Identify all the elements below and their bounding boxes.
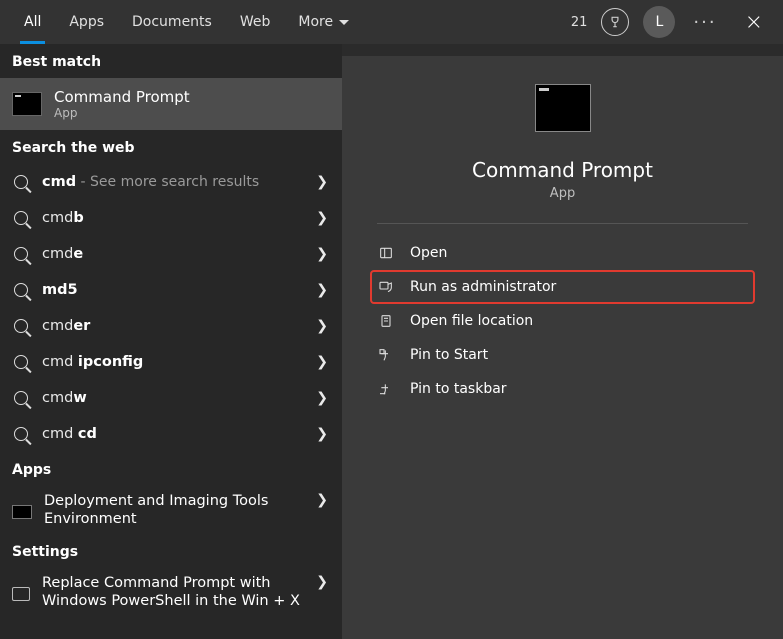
search-icon xyxy=(12,355,30,369)
command-prompt-thumbnail-icon xyxy=(535,84,591,132)
web-result-label: cmd ipconfig xyxy=(42,354,143,370)
group-header-apps: Apps xyxy=(0,452,342,486)
chevron-right-icon: ❯ xyxy=(316,282,328,298)
chevron-down-icon xyxy=(339,20,349,30)
folder-icon xyxy=(378,313,396,329)
action-open-file-location[interactable]: Open file location xyxy=(370,304,755,338)
web-results-list: cmd - See more search results ❯ cmdb ❯ cmde ❯… xyxy=(0,164,342,452)
search-icon xyxy=(12,211,30,225)
close-button[interactable]: × xyxy=(735,10,773,35)
chevron-right-icon: ❯ xyxy=(316,492,328,508)
search-icon xyxy=(12,427,30,441)
web-result-label: cmdb xyxy=(42,210,84,226)
settings-result-item[interactable]: Replace Command Prompt with Windows Powe… xyxy=(0,568,342,616)
tab-web[interactable]: Web xyxy=(226,0,285,44)
web-result-label: cmd cd xyxy=(42,426,97,442)
web-result-label: cmde xyxy=(42,246,83,262)
apps-result-item[interactable]: Deployment and Imaging Tools Environment… xyxy=(0,486,342,534)
web-result-label: cmd - See more search results xyxy=(42,174,259,190)
search-icon xyxy=(12,391,30,405)
chevron-right-icon: ❯ xyxy=(316,426,328,442)
action-run-admin-label: Run as administrator xyxy=(410,279,556,295)
web-result-label: cmdw xyxy=(42,390,87,406)
chevron-right-icon: ❯ xyxy=(316,354,328,370)
web-result-label: cmder xyxy=(42,318,90,334)
chevron-right-icon: ❯ xyxy=(316,574,328,590)
tab-apps[interactable]: Apps xyxy=(55,0,118,44)
more-options-button[interactable]: ··· xyxy=(689,12,720,33)
preview-pane: Command Prompt App Open Run as administr… xyxy=(342,56,783,639)
best-match-subtitle: App xyxy=(54,106,190,120)
apps-result-label: Deployment and Imaging Tools Environment xyxy=(44,492,304,528)
best-match-text: Command Prompt App xyxy=(54,88,190,120)
command-prompt-icon xyxy=(12,92,42,116)
preview-actions: Open Run as administrator Open file loca… xyxy=(342,224,783,418)
action-pin-to-taskbar[interactable]: Pin to taskbar xyxy=(370,372,755,406)
chevron-right-icon: ❯ xyxy=(316,174,328,190)
account-avatar[interactable]: L xyxy=(643,6,675,38)
action-open[interactable]: Open xyxy=(370,236,755,270)
search-icon xyxy=(12,175,30,189)
preview-subtitle: App xyxy=(550,186,575,201)
rewards-points: 21 xyxy=(571,15,588,30)
tab-more-label: More xyxy=(298,14,333,30)
group-header-best-match: Best match xyxy=(0,44,342,78)
preview-title: Command Prompt xyxy=(472,158,653,182)
web-result-item[interactable]: cmdb ❯ xyxy=(0,200,342,236)
action-pin-to-start[interactable]: Pin to Start xyxy=(370,338,755,372)
search-icon xyxy=(12,247,30,261)
search-icon xyxy=(12,283,30,297)
search-icon xyxy=(12,319,30,333)
web-result-item[interactable]: cmd ipconfig ❯ xyxy=(0,344,342,380)
settings-result-label: Replace Command Prompt with Windows Powe… xyxy=(42,574,302,610)
web-result-item[interactable]: cmd - See more search results ❯ xyxy=(0,164,342,200)
action-open-label: Open xyxy=(410,245,447,261)
topbar-right: 21 L ··· × xyxy=(571,6,773,38)
web-result-item[interactable]: cmder ❯ xyxy=(0,308,342,344)
settings-window-icon xyxy=(12,587,30,601)
web-result-item[interactable]: cmdw ❯ xyxy=(0,380,342,416)
action-pin-taskbar-label: Pin to taskbar xyxy=(410,381,507,397)
chevron-right-icon: ❯ xyxy=(316,390,328,406)
web-result-label: md5 xyxy=(42,282,78,298)
pin-taskbar-icon xyxy=(378,381,396,397)
chevron-right-icon: ❯ xyxy=(316,210,328,226)
web-result-item[interactable]: md5 ❯ xyxy=(0,272,342,308)
start-search-topbar: All Apps Documents Web More 21 L ··· × xyxy=(0,0,783,44)
tab-more[interactable]: More xyxy=(284,0,363,44)
group-header-search-web: Search the web xyxy=(0,130,342,164)
web-result-item[interactable]: cmde ❯ xyxy=(0,236,342,272)
pin-start-icon xyxy=(378,347,396,363)
scope-tabs: All Apps Documents Web More xyxy=(10,0,363,44)
best-match-item[interactable]: Command Prompt App xyxy=(0,78,342,130)
best-match-title: Command Prompt xyxy=(54,88,190,106)
rewards-trophy-icon[interactable] xyxy=(601,8,629,36)
chevron-right-icon: ❯ xyxy=(316,246,328,262)
action-open-loc-label: Open file location xyxy=(410,313,533,329)
results-column: Best match Command Prompt App Search the… xyxy=(0,44,342,639)
open-icon xyxy=(378,245,396,261)
console-app-icon xyxy=(12,505,32,519)
action-pin-start-label: Pin to Start xyxy=(410,347,488,363)
shield-icon xyxy=(378,279,396,295)
action-run-as-administrator[interactable]: Run as administrator xyxy=(370,270,755,304)
web-result-item[interactable]: cmd cd ❯ xyxy=(0,416,342,452)
tab-all[interactable]: All xyxy=(10,0,55,44)
chevron-right-icon: ❯ xyxy=(316,318,328,334)
group-header-settings: Settings xyxy=(0,534,342,568)
tab-documents[interactable]: Documents xyxy=(118,0,226,44)
